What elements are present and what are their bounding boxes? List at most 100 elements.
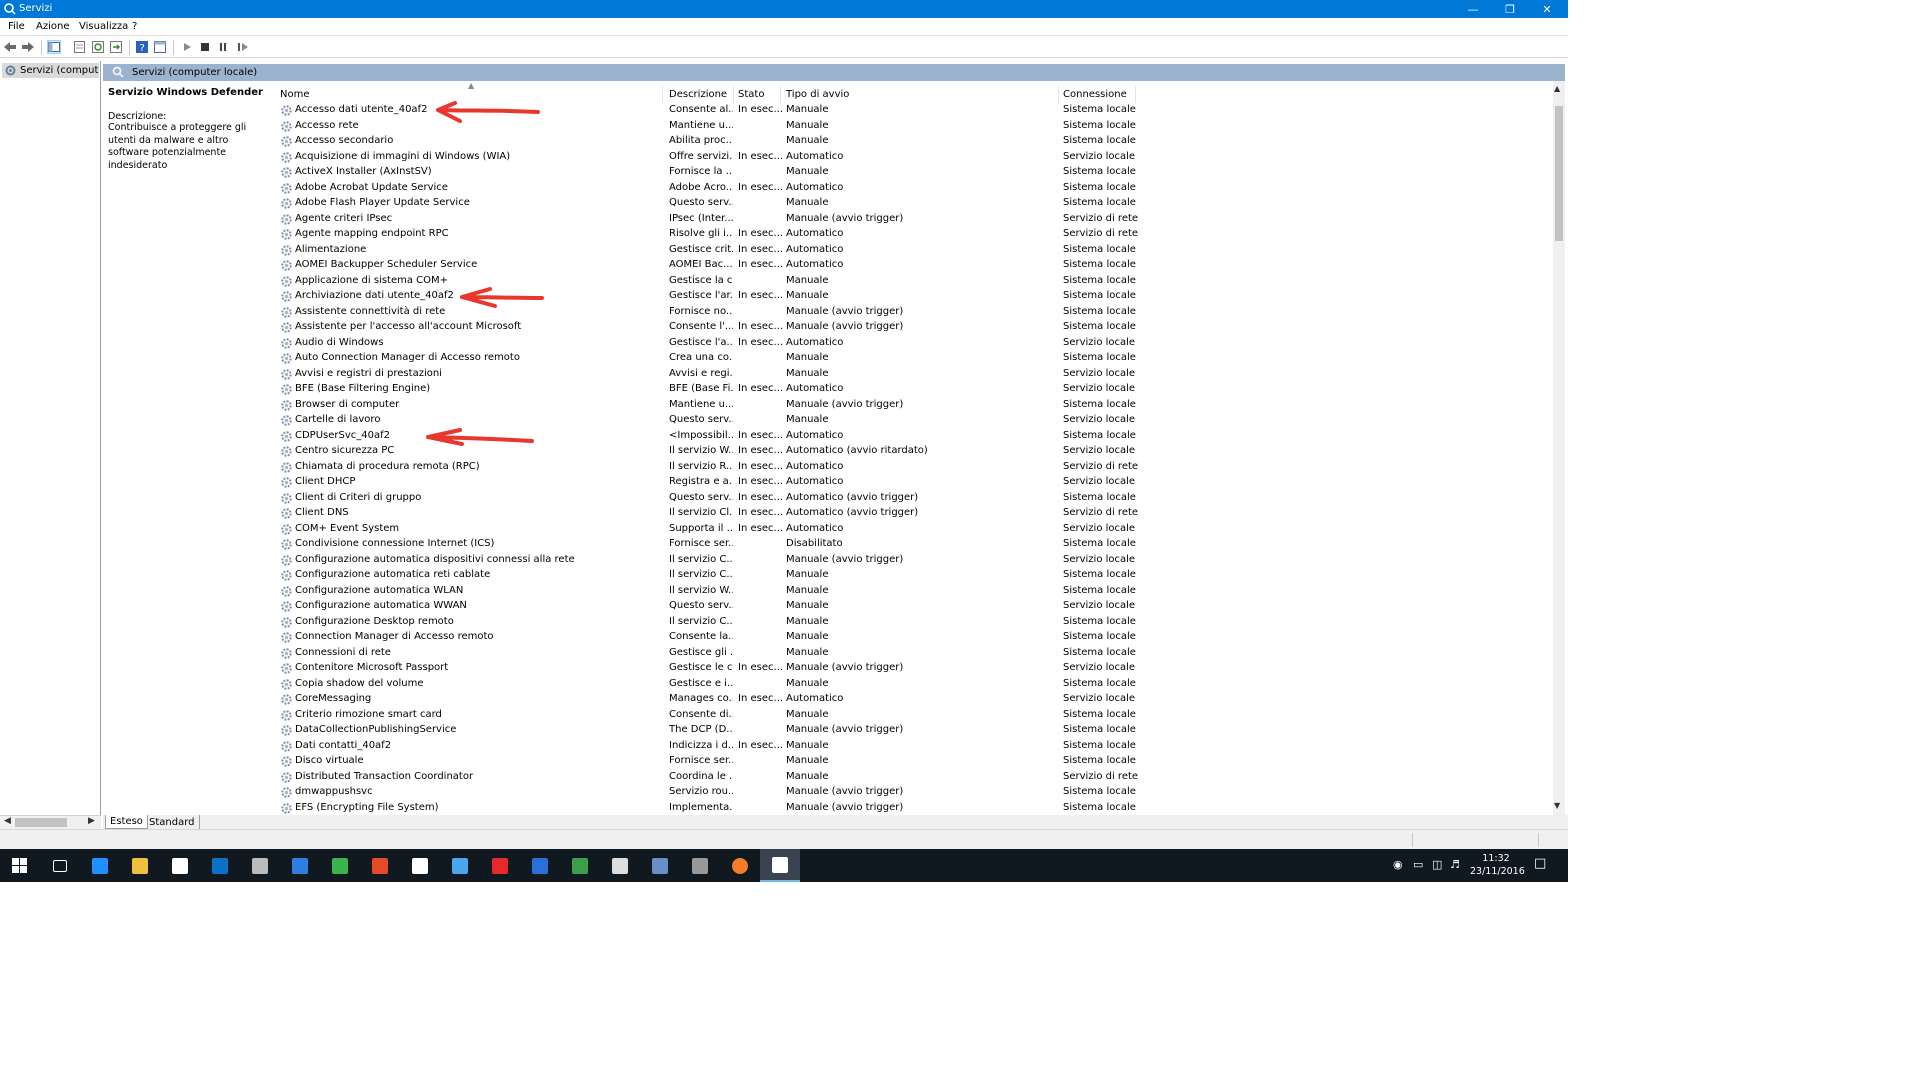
table-row[interactable]: BFE (Base Filtering Engine) BFE (Base Fi.… (275, 382, 1553, 398)
menu-help[interactable]: ? (132, 21, 137, 32)
teamviewer-icon[interactable] (280, 849, 320, 882)
tray-security-icon[interactable]: ◉ (1393, 858, 1403, 871)
table-row[interactable]: Audio di Windows Gestisce l'a... In esec..… (275, 336, 1553, 352)
table-row[interactable]: Archiviazione dati utente_40af2 Gestisce … (275, 289, 1553, 305)
table-row[interactable]: AOMEI Backupper Scheduler Service AOMEI B… (275, 258, 1553, 274)
avira-icon[interactable] (480, 849, 520, 882)
table-row[interactable]: Alimentazione Gestisce crit... In esec... A… (275, 243, 1553, 259)
services-icon[interactable] (760, 849, 800, 882)
table-row[interactable]: Configurazione automatica WLAN Il servizi… (275, 584, 1553, 600)
table-row[interactable]: Chiamata di procedura remota (RPC) Il ser… (275, 460, 1553, 476)
table-row[interactable]: Disco virtuale Fornisce ser... Manuale Sist… (275, 754, 1553, 770)
table-row[interactable]: Assistente per l'accesso all'account Mic… (275, 320, 1553, 336)
table-row[interactable]: EFS (Encrypting File System) Implementa..… (275, 801, 1553, 816)
security-shield-icon[interactable] (320, 849, 360, 882)
table-row[interactable]: ActiveX Installer (AxInstSV) Fornisce la … (275, 165, 1553, 181)
minimize-button[interactable]: — (1455, 0, 1491, 18)
table-row[interactable]: Accesso rete Mantiene u... Manuale Sistema … (275, 119, 1553, 135)
table-row[interactable]: Connection Manager di Accesso remoto Cons… (275, 630, 1553, 646)
file-explorer-icon[interactable] (120, 849, 160, 882)
defender-icon[interactable] (640, 849, 680, 882)
list-vertical-scrollbar[interactable]: ▲ ▼ (1553, 81, 1565, 815)
table-row[interactable]: Avvisi e registri di prestazioni Avvisi e… (275, 367, 1553, 383)
malwarebytes-icon[interactable] (520, 849, 560, 882)
help-icon[interactable]: ? (135, 40, 149, 54)
table-row[interactable]: Accesso dati utente_40af2 Consente al... I… (275, 103, 1553, 119)
table-row[interactable]: Browser di computer Mantiene u... Manuale … (275, 398, 1553, 414)
windows-start-icon[interactable] (0, 849, 40, 882)
show-hide-action-pane-icon[interactable] (153, 40, 167, 54)
column-header-name[interactable]: Nome (275, 86, 663, 103)
search-app-icon[interactable] (440, 849, 480, 882)
table-row[interactable]: Assistente connettività di rete Fornisce … (275, 305, 1553, 321)
table-row[interactable]: COM+ Event System Supporta il ... In esec.… (275, 522, 1553, 538)
table-row[interactable]: Agente criteri IPsec IPsec (Inter... Manua… (275, 212, 1553, 228)
table-row[interactable]: Cartelle di lavoro Questo serv... Manuale S… (275, 413, 1553, 429)
close-button[interactable]: ✕ (1529, 0, 1565, 18)
table-row[interactable]: Copia shadow del volume Gestisce e i... Ma… (275, 677, 1553, 693)
table-row[interactable]: Accesso secondario Abilita proc... Manuale… (275, 134, 1553, 150)
action-center-icon[interactable]: □ (1534, 856, 1546, 871)
menu-visualizza[interactable]: Visualizza (79, 21, 128, 32)
firefox-icon[interactable] (720, 849, 760, 882)
table-row[interactable]: Client DNS Il servizio Cl... In esec... Aut… (275, 506, 1553, 522)
back-icon[interactable] (3, 40, 17, 54)
calculator-icon[interactable] (600, 849, 640, 882)
shield-icon[interactable] (400, 849, 440, 882)
menu-azione[interactable]: Azione (36, 21, 69, 32)
store-icon[interactable] (160, 849, 200, 882)
table-row[interactable]: Dati contatti_40af2 Indicizza i d... In es… (275, 739, 1553, 755)
table-row[interactable]: Configurazione automatica WWAN Questo ser… (275, 599, 1553, 615)
ccleaner-icon[interactable] (360, 849, 400, 882)
table-row[interactable]: CoreMessaging Manages co... In esec... Auto… (275, 692, 1553, 708)
tree-horizontal-scrollbar[interactable]: ◀ ▶ (0, 815, 101, 829)
scrollbar-thumb[interactable] (15, 818, 67, 827)
column-header-description[interactable]: Descrizione (664, 86, 734, 103)
scrollbar-thumb[interactable] (1555, 106, 1563, 241)
table-row[interactable]: Connessioni di rete Gestisce gli ... Manua… (275, 646, 1553, 662)
scroll-down-icon[interactable]: ▼ (1554, 801, 1560, 810)
table-row[interactable]: Agente mapping endpoint RPC Risolve gli i… (275, 227, 1553, 243)
scroll-up-icon[interactable]: ▲ (1554, 84, 1560, 93)
column-header-startup-type[interactable]: Tipo di avvio (781, 86, 1059, 103)
export-list-icon[interactable] (109, 40, 123, 54)
table-row[interactable]: Client DHCP Registra e a... In esec... Auto… (275, 475, 1553, 491)
scroll-right-icon[interactable]: ▶ (88, 816, 95, 826)
column-header-status[interactable]: Stato (733, 86, 781, 103)
tray-volume-icon[interactable]: ♬ (1450, 858, 1460, 871)
tray-device-icon[interactable]: ▭ (1413, 858, 1423, 871)
table-row[interactable]: Auto Connection Manager di Accesso remot… (275, 351, 1553, 367)
table-row[interactable]: Distributed Transaction Coordinator Coord… (275, 770, 1553, 786)
table-row[interactable]: Configurazione automatica dispositivi co… (275, 553, 1553, 569)
tab-standard[interactable]: Standard (145, 815, 200, 829)
task-view-icon[interactable] (40, 849, 80, 882)
keepass-icon[interactable] (680, 849, 720, 882)
table-row[interactable]: DataCollectionPublishingService The DCP (… (275, 723, 1553, 739)
table-row[interactable]: Configurazione automatica reti cablate Il… (275, 568, 1553, 584)
table-row[interactable]: Condivisione connessione Internet (ICS) F… (275, 537, 1553, 553)
tab-esteso[interactable]: Esteso (105, 815, 148, 829)
maximize-button[interactable]: ❐ (1492, 0, 1528, 18)
outlook-icon[interactable] (200, 849, 240, 882)
tray-network-icon[interactable]: ◫ (1432, 858, 1442, 871)
table-row[interactable]: Client di Criteri di gruppo Questo serv..… (275, 491, 1553, 507)
menu-file[interactable]: File (8, 21, 25, 32)
table-row[interactable]: Acquisizione di immagini di Windows (WIA… (275, 150, 1553, 166)
magnifier-icon[interactable] (560, 849, 600, 882)
edge-icon[interactable] (80, 849, 120, 882)
refresh-icon[interactable] (91, 40, 105, 54)
table-row[interactable]: Contenitore Microsoft Passport Gestisce l… (275, 661, 1553, 677)
table-row[interactable]: Centro sicurezza PC Il servizio W... In es… (275, 444, 1553, 460)
table-row[interactable]: dmwappushsvc Servizio rou... Manuale (avvi… (275, 785, 1553, 801)
table-row[interactable]: Adobe Flash Player Update Service Questo … (275, 196, 1553, 212)
tree-item-services-local[interactable]: Servizi (computer locale) (2, 63, 99, 78)
scroll-left-icon[interactable]: ◀ (4, 816, 11, 826)
restart-service-icon[interactable] (236, 40, 250, 54)
table-row[interactable]: Adobe Acrobat Update Service Adobe Acro..… (275, 181, 1553, 197)
taskbar-clock[interactable]: 11:32 23/11/2016 (1470, 852, 1525, 878)
table-row[interactable]: Configurazione Desktop remoto Il servizio… (275, 615, 1553, 631)
table-row[interactable]: Criterio rimozione smart card Consente di… (275, 708, 1553, 724)
stop-service-icon[interactable] (198, 40, 212, 54)
column-header-logon[interactable]: Connessione (1058, 86, 1136, 103)
console-tree-icon[interactable] (47, 40, 61, 54)
